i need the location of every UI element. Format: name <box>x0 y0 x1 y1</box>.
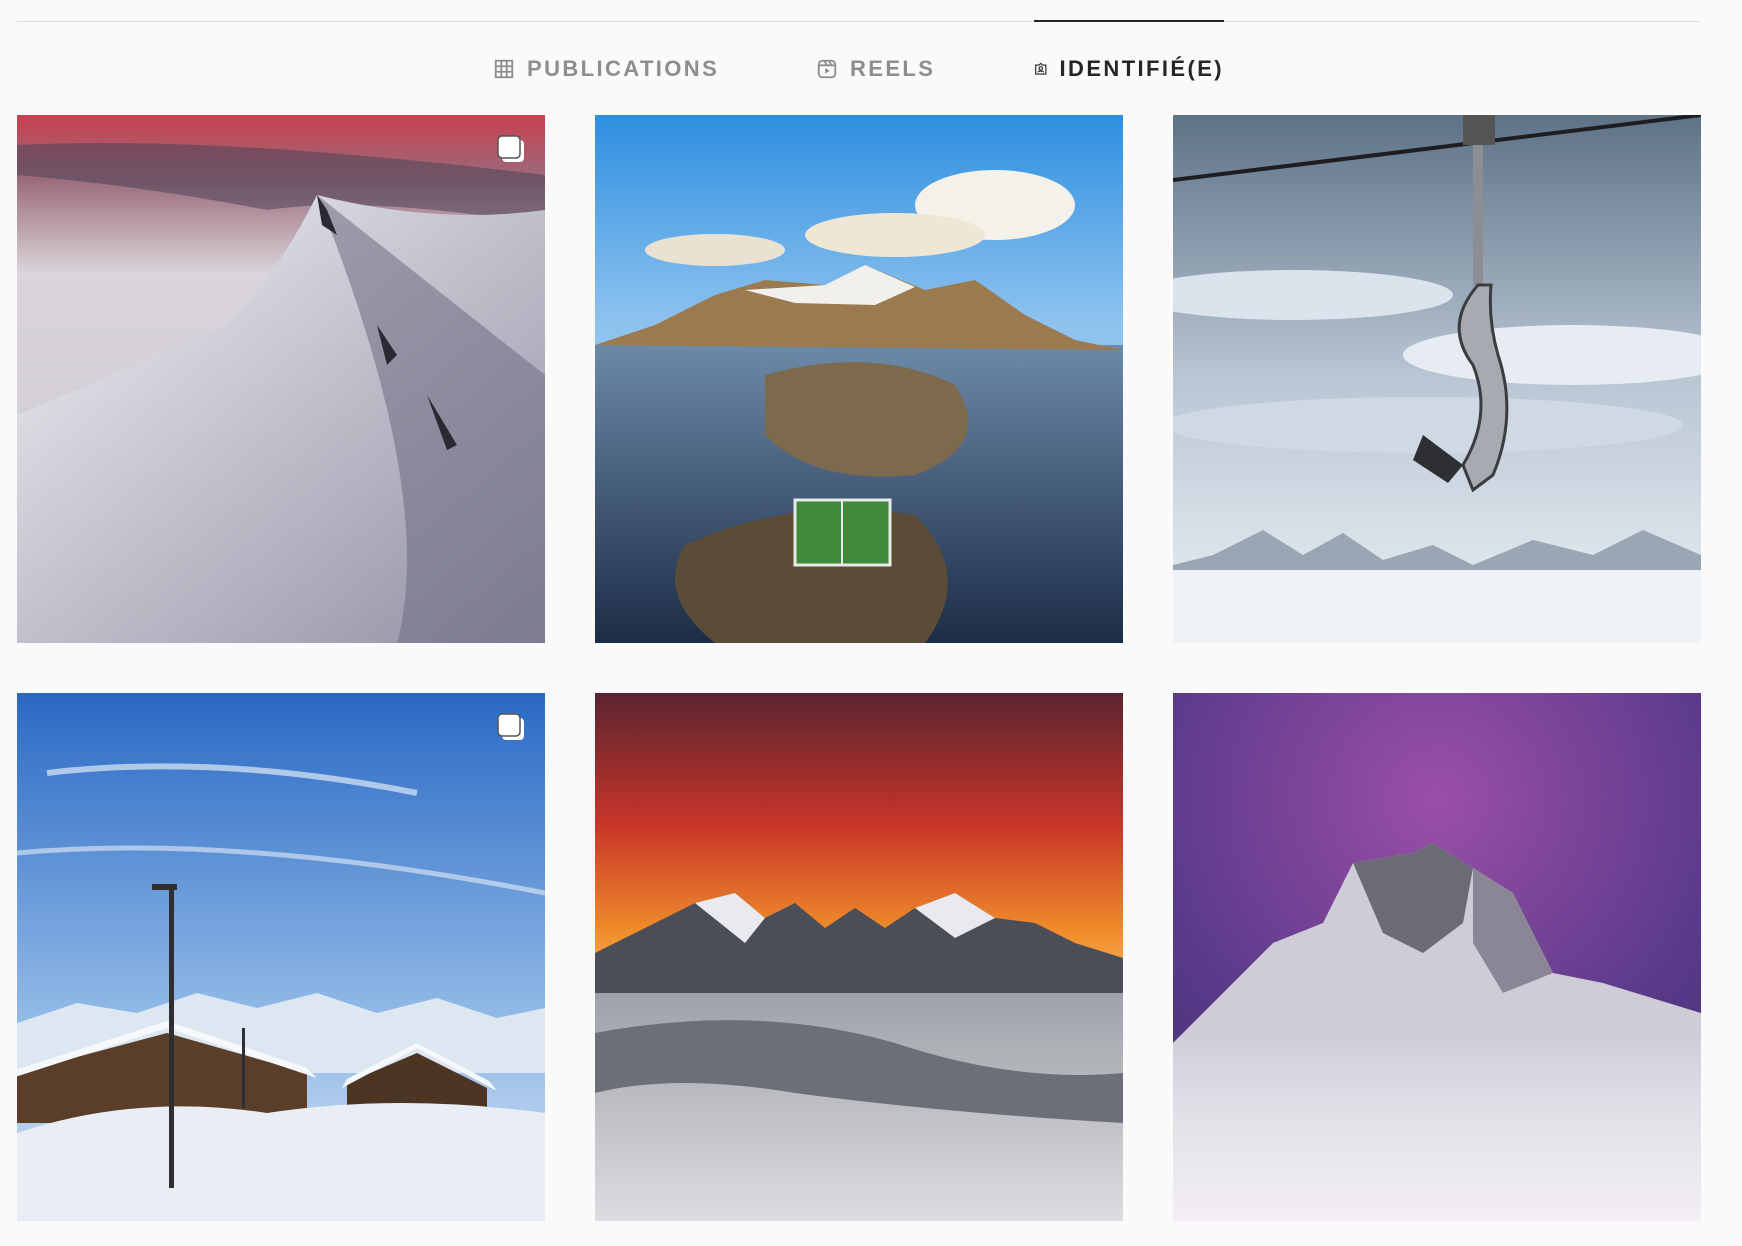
reels-icon <box>817 59 837 78</box>
post-image <box>17 693 545 1221</box>
grid-icon <box>494 59 514 78</box>
profile-tabs: PUBLICATIONS REELS IDENTIFIÉ(E) <box>0 20 1742 116</box>
tab-tagged[interactable]: IDENTIFIÉ(E) <box>1034 20 1224 115</box>
multiple-photos-icon <box>497 135 524 162</box>
multiple-photos-icon <box>497 713 524 740</box>
post-tile[interactable] <box>1173 693 1701 1221</box>
post-tile[interactable] <box>595 693 1123 1221</box>
post-image <box>595 115 1123 643</box>
tab-tagged-label: IDENTIFIÉ(E) <box>1059 55 1224 81</box>
post-tile[interactable] <box>595 115 1123 643</box>
tab-publications[interactable]: PUBLICATIONS <box>493 21 719 116</box>
post-tile[interactable] <box>17 115 545 643</box>
post-tile[interactable] <box>1173 115 1701 643</box>
tab-reels[interactable]: REELS <box>816 21 935 116</box>
post-image <box>595 693 1123 1221</box>
tab-publications-label: PUBLICATIONS <box>527 55 720 81</box>
tagged-icon <box>1035 62 1047 75</box>
tab-reels-label: REELS <box>850 55 936 81</box>
post-tile[interactable] <box>17 693 545 1221</box>
post-image <box>1173 115 1701 643</box>
post-image <box>17 115 545 643</box>
post-image <box>1173 693 1701 1221</box>
